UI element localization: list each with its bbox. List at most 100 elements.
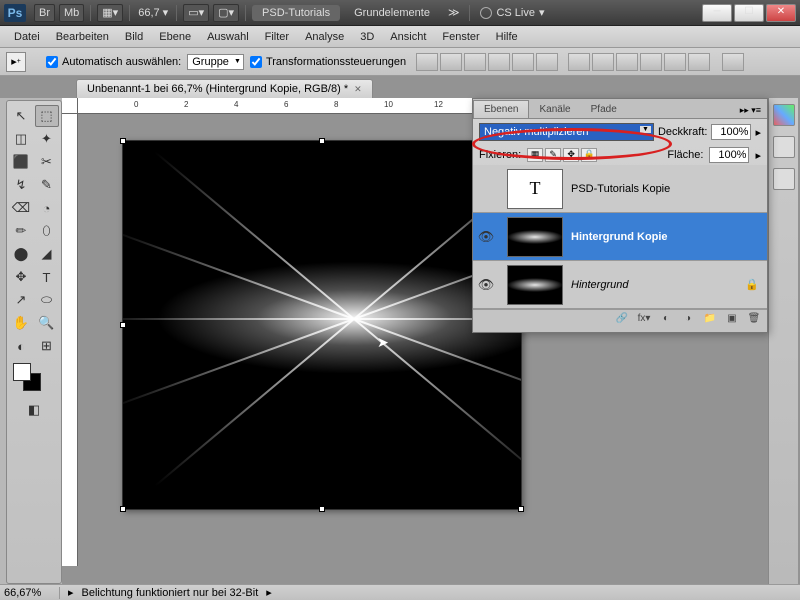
minibridge-button[interactable]: Mb <box>59 4 84 22</box>
menu-auswahl[interactable]: Auswahl <box>199 29 257 45</box>
tool-zoom[interactable]: ⊞ <box>35 335 59 357</box>
cs-live-button[interactable]: CS Live ▾ <box>474 6 550 19</box>
zoom-level-display[interactable]: 66,7 ▾ <box>134 6 172 19</box>
menu-fenster[interactable]: Fenster <box>434 29 487 45</box>
link-layers-icon[interactable]: 🔗 <box>613 313 631 329</box>
distribute-button[interactable] <box>688 53 710 71</box>
tool-type[interactable]: T <box>35 266 59 288</box>
tool-3d-cam[interactable]: 🔍 <box>35 312 59 334</box>
tool-stamp[interactable]: ⌫ <box>9 197 33 219</box>
tool-eraser[interactable]: ✏ <box>9 220 33 242</box>
align-button[interactable] <box>512 53 534 71</box>
menu-3d[interactable]: 3D <box>352 29 382 45</box>
menu-analyse[interactable]: Analyse <box>297 29 352 45</box>
view-button[interactable]: ▭▾ <box>183 4 209 22</box>
transform-handle[interactable] <box>319 506 325 512</box>
close-document-icon[interactable]: ✕ <box>354 84 362 95</box>
tool-heal[interactable]: ↯ <box>9 174 33 196</box>
fill-slider-icon[interactable]: ▸ <box>755 149 761 162</box>
arrangement-button[interactable]: ▦▾ <box>97 4 123 22</box>
new-group-icon[interactable]: 📁 <box>701 313 719 329</box>
auto-select-target-dropdown[interactable]: Gruppe <box>187 54 244 70</box>
distribute-button[interactable] <box>664 53 686 71</box>
align-button[interactable] <box>488 53 510 71</box>
layer-name[interactable]: Hintergrund Kopie <box>571 231 767 243</box>
tool-lasso[interactable]: ◫ <box>9 128 33 150</box>
tool-hand[interactable]: ◐ <box>9 335 33 357</box>
layer-thumbnail[interactable] <box>507 217 563 257</box>
menu-bearbeiten[interactable]: Bearbeiten <box>48 29 117 45</box>
menu-ebene[interactable]: Ebene <box>151 29 199 45</box>
layer-thumbnail[interactable] <box>507 265 563 305</box>
menu-bild[interactable]: Bild <box>117 29 151 45</box>
layer-row[interactable]: 👁 Hintergrund 🔒 <box>473 261 767 309</box>
layer-row-selected[interactable]: 👁 Hintergrund Kopie <box>473 213 767 261</box>
dock-color-icon[interactable] <box>773 104 795 126</box>
layer-name[interactable]: Hintergrund <box>571 279 745 291</box>
menu-ansicht[interactable]: Ansicht <box>382 29 434 45</box>
distribute-button[interactable] <box>592 53 614 71</box>
lock-transparency-icon[interactable]: ▦ <box>527 148 543 162</box>
fill-input[interactable]: 100% <box>709 147 749 163</box>
document-canvas[interactable] <box>122 140 522 510</box>
adjustment-layer-icon[interactable]: ◑ <box>679 313 697 329</box>
ruler-origin[interactable] <box>62 98 78 114</box>
workspace-tab-tutorials[interactable]: PSD-Tutorials <box>252 5 340 21</box>
maximize-button[interactable]: ☐ <box>734 4 764 22</box>
tool-crop[interactable]: ⬛ <box>9 151 33 173</box>
tool-eyedropper[interactable]: ✂ <box>35 151 59 173</box>
document-tab[interactable]: Unbenannt-1 bei 66,7% (Hintergrund Kopie… <box>76 79 373 98</box>
transform-handle[interactable] <box>120 506 126 512</box>
minimize-button[interactable]: ─ <box>702 4 732 22</box>
quick-mask-button[interactable]: ◧ <box>22 399 46 421</box>
status-arrow-icon[interactable]: ▸ <box>266 586 272 599</box>
status-arrow-icon[interactable]: ▸ <box>68 586 74 599</box>
lock-position-icon[interactable]: ✥ <box>563 148 579 162</box>
foreground-color-swatch[interactable] <box>13 363 31 381</box>
tool-shape[interactable]: ⬭ <box>35 289 59 311</box>
more-workspaces-icon[interactable]: ≫ <box>442 6 466 19</box>
layer-thumbnail[interactable]: T <box>507 169 563 209</box>
tool-marquee[interactable]: ↖ <box>9 105 33 127</box>
layer-row[interactable]: T PSD-Tutorials Kopie <box>473 165 767 213</box>
opacity-input[interactable]: 100% <box>711 124 751 140</box>
lock-all-icon[interactable]: 🔒 <box>581 148 597 162</box>
menu-datei[interactable]: Datei <box>6 29 48 45</box>
layer-name[interactable]: PSD-Tutorials Kopie <box>571 183 767 195</box>
transform-handle[interactable] <box>120 322 126 328</box>
tool-pen[interactable]: ✥ <box>9 266 33 288</box>
tool-wand[interactable]: ✦ <box>35 128 59 150</box>
new-layer-icon[interactable]: ▣ <box>723 313 741 329</box>
tool-gradient[interactable]: ⬯ <box>35 220 59 242</box>
distribute-button[interactable] <box>640 53 662 71</box>
auto-align-button[interactable] <box>722 53 744 71</box>
tab-ebenen[interactable]: Ebenen <box>473 100 529 118</box>
menu-hilfe[interactable]: Hilfe <box>488 29 526 45</box>
dock-swatches-icon[interactable] <box>773 136 795 158</box>
transform-handle[interactable] <box>518 506 524 512</box>
align-button[interactable] <box>416 53 438 71</box>
visibility-toggle[interactable]: 👁 <box>473 277 499 293</box>
align-button[interactable] <box>536 53 558 71</box>
workspace-tab-grundelemente[interactable]: Grundelemente <box>344 5 440 21</box>
vertical-ruler[interactable] <box>62 114 78 566</box>
lock-pixels-icon[interactable]: ✎ <box>545 148 561 162</box>
bridge-button[interactable]: Br <box>34 4 55 22</box>
menu-filter[interactable]: Filter <box>257 29 297 45</box>
blend-mode-dropdown[interactable]: Negativ multiplizieren <box>479 123 654 141</box>
delete-layer-icon[interactable]: 🗑 <box>745 313 763 329</box>
move-tool-icon[interactable]: ▸+ <box>6 52 26 72</box>
layer-fx-icon[interactable]: fx▾ <box>635 313 653 329</box>
screen-mode-button[interactable]: ▢▾ <box>213 4 239 22</box>
align-button[interactable] <box>464 53 486 71</box>
distribute-button[interactable] <box>616 53 638 71</box>
layer-mask-icon[interactable]: ◐ <box>657 313 675 329</box>
transform-controls-checkbox[interactable]: Transformationssteuerungen <box>250 56 406 68</box>
dock-adjustments-icon[interactable] <box>773 168 795 190</box>
status-zoom[interactable]: 66,67% <box>4 587 60 599</box>
tool-path[interactable]: ↗ <box>9 289 33 311</box>
tool-blur[interactable]: ⬤ <box>9 243 33 265</box>
close-button[interactable]: ✕ <box>766 4 796 22</box>
tool-dodge[interactable]: ◢ <box>35 243 59 265</box>
panel-collapse-icon[interactable]: ▸▸ ▾≡ <box>734 103 767 118</box>
